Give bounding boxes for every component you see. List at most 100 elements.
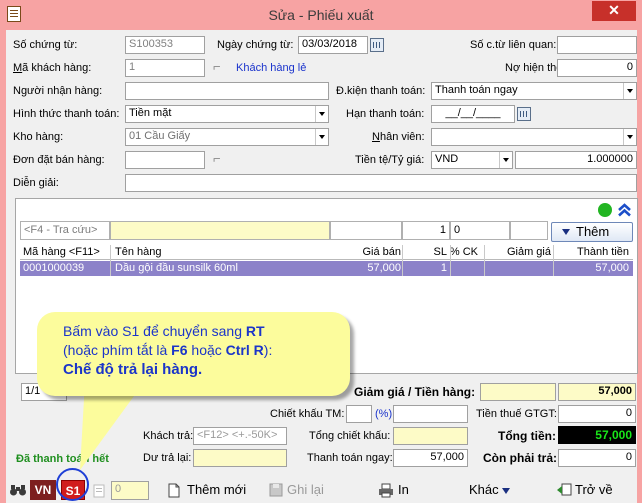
tien-te-label: Tiền tệ/Tỷ giá: [355,154,425,166]
nguoi-nhan-hang-input[interactable] [125,82,329,100]
collapse-up-icon[interactable] [617,203,632,217]
don-dat-ban-hang-label: Đơn đặt bán hàng: [13,154,105,166]
tong-chiet-khau-input [393,427,468,445]
nhan-vien-select[interactable] [431,128,637,146]
callout-note: Bấm vào S1 để chuyển sang RT (hoặc phím … [37,312,350,396]
ngay-chung-tu-input[interactable]: 03/03/2018 [298,36,368,54]
giam-gia-tien-hang-label: Giảm giá / Tiền hàng: [354,385,476,399]
kho-hang-label: Kho hàng: [13,131,64,143]
ty-gia-input[interactable]: 1.000000 [515,151,637,169]
col-ma-hang[interactable]: Mã hàng <F11> [23,246,100,258]
tong-tien-value: 57,000 [558,426,636,444]
new-document-icon [168,483,180,498]
chevron-down-icon [535,222,547,239]
thanh-toan-ngay-input[interactable]: 57,000 [393,449,468,467]
nhan-vien-label: Nhân viên: [372,131,425,143]
du-tra-lai-label: Dư trả lại: [143,452,192,464]
print-button[interactable]: In [398,482,409,497]
chiet-khau-tm-label: Chiết khấu TM: [270,408,345,420]
col-ten-hang[interactable]: Tên hàng [115,246,161,258]
chiet-khau-tm-input[interactable] [393,405,468,423]
add-item-button[interactable]: Thêm [551,222,633,242]
col-ck[interactable]: % CK [450,246,478,258]
add-new-button[interactable]: Thêm mới [187,482,246,497]
khach-tra-label: Khách trả: [143,430,194,442]
tien-thue-gtgt-input: 0 [558,405,636,423]
calendar-icon[interactable] [517,107,531,121]
tien-hang-input: 57,000 [558,383,636,401]
cell-thanh-tien: 57,000 [595,262,629,274]
ngay-chung-tu-label: Ngày chứng từ: [217,39,294,51]
chevron-down-icon [499,152,512,168]
hook-icon[interactable]: ⌐ [213,151,221,166]
window-title: Sửa - Phiếu xuất [268,7,374,23]
con-phai-tra-input: 0 [558,449,636,467]
qty-input[interactable]: 1 [402,221,450,240]
back-button[interactable]: Trở về [575,482,613,497]
copies-value: 0 [115,483,122,495]
save-button[interactable]: Ghi lại [287,482,324,497]
table-row[interactable]: 0001000039 Dầu gội đầu sunsilk 60ml 57,0… [20,261,633,276]
language-vn-button[interactable]: VN [30,480,56,500]
giam-gia-input [480,383,556,401]
dk-thanh-toan-label: Đ.kiện thanh toán: [336,85,426,97]
no-hien-thoi-input: 0 [557,59,637,77]
window-frame-left [0,30,6,503]
nguoi-nhan-hang-label: Người nhận hàng: [13,85,103,97]
calendar-icon[interactable] [370,38,384,52]
hinh-thuc-tt-select[interactable]: Tiền mặt [125,105,329,123]
col-divider [110,245,111,276]
con-phai-tra-label: Còn phải trả: [483,451,557,465]
du-tra-lai-input [193,449,287,467]
col-giam-gia[interactable]: Giảm giá [507,246,551,258]
don-dat-ban-hang-input[interactable] [125,151,205,169]
han-thanh-toan-input[interactable]: __/__/____ [431,105,515,123]
highlight-ring [56,468,89,501]
dk-thanh-toan-select[interactable]: Thanh toán ngay [431,82,637,100]
col-gia-ban[interactable]: Giá bán [362,246,401,258]
callout-line-1: Bấm vào S1 để chuyển sang RT [63,323,265,339]
chevron-down-icon [623,83,636,99]
chevron-down-icon [315,106,328,122]
cell-ma: 0001000039 [23,262,85,274]
thanh-toan-ngay-label: Thanh toán ngay: [307,452,393,464]
hook-icon[interactable]: ⌐ [213,59,221,74]
han-thanh-toan-label: Hạn thanh toán: [346,108,425,120]
lookup-input[interactable]: <F4 - Tra cứu> [20,221,110,240]
close-button[interactable]: ✕ [592,1,636,21]
col-divider [484,245,485,276]
so-ct-lien-quan-label: Số c.từ liên quan: [470,39,557,51]
other-button[interactable]: Khác [469,482,511,497]
copies-select[interactable]: 0 [111,481,149,500]
item-name-input[interactable] [110,221,330,240]
col-sl[interactable]: SL [434,246,447,258]
chevron-down-icon [623,129,636,145]
discount-select[interactable] [510,221,548,240]
hinh-thuc-tt-label: Hình thức thanh toán: [13,108,120,120]
cell-sl: 1 [440,262,447,274]
callout-line-3: Chế độ trả lại hàng. [63,361,203,378]
kho-hang-value: 01 Cầu Giấy [129,130,191,142]
status-green-icon [598,203,612,217]
price-input[interactable] [330,221,402,240]
so-chung-tu-input[interactable]: S100353 [125,36,205,54]
dien-giai-input[interactable] [125,174,637,192]
khach-hang-le-link[interactable]: Khách hàng lẻ [236,62,306,74]
tien-te-select[interactable]: VND [431,151,513,169]
ck-input[interactable]: 0 [450,221,510,240]
binoculars-icon[interactable] [9,483,27,497]
print-copies-icon [93,484,105,498]
khach-tra-input[interactable]: <F12> <+.-50K> [193,427,287,445]
col-thanh-tien[interactable]: Thành tiền [577,246,629,258]
table-header: Mã hàng <F11> Tên hàng Giá bán SL % CK G… [20,245,633,260]
back-arrow-icon [557,483,572,496]
chiet-khau-percent-input[interactable] [346,405,372,423]
kho-hang-select[interactable]: 01 Cầu Giấy [125,128,329,146]
cell-ten: Dầu gội đầu sunsilk 60ml [115,262,238,274]
title-bar: Sửa - Phiếu xuất ✕ [0,0,642,30]
tong-chiet-khau-label: Tổng chiết khấu: [309,430,391,442]
so-ct-lien-quan-input[interactable] [557,36,637,54]
ma-khach-hang-input[interactable]: 1 [125,59,205,77]
ma-khach-hang-label: Mã khách hàng: [13,62,92,74]
dk-thanh-toan-value: Thanh toán ngay [435,84,518,96]
